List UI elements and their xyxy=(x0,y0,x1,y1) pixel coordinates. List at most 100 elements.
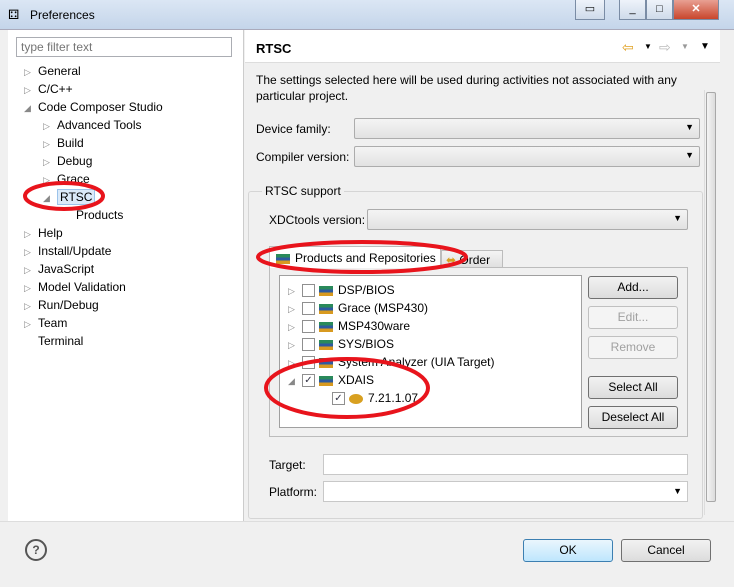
expand-icon[interactable]: ▷ xyxy=(24,63,38,81)
page-description: The settings selected here will be used … xyxy=(256,73,677,103)
tab-products-and-repositories[interactable]: Products and Repositories xyxy=(269,246,441,268)
product-checkbox[interactable]: ✓ xyxy=(332,392,345,406)
tree-item[interactable]: ▷ General xyxy=(24,62,81,80)
window-title: Preferences xyxy=(30,8,95,22)
expand-icon[interactable]: ▷ xyxy=(43,171,57,189)
expand-icon[interactable]: ▷ xyxy=(24,243,38,261)
product-item[interactable]: ▷ Grace (MSP430) xyxy=(288,299,428,317)
chevron-down-icon: ▼ xyxy=(673,213,682,223)
tree-item[interactable]: Products xyxy=(62,206,123,224)
expand-icon[interactable]: ▷ xyxy=(288,318,302,336)
expand-icon[interactable]: ▷ xyxy=(24,225,38,243)
tree-item-label: Grace xyxy=(57,172,90,186)
tree-item[interactable]: ▷ Help xyxy=(24,224,63,242)
compiler-version-select[interactable]: ▼ xyxy=(354,146,700,167)
expand-icon[interactable]: ▷ xyxy=(288,282,302,300)
tree-item[interactable]: ▷ Run/Debug xyxy=(24,296,99,314)
product-checkbox[interactable] xyxy=(302,356,315,370)
device-family-select[interactable]: ▼ xyxy=(354,118,700,139)
filter-input[interactable] xyxy=(16,37,232,57)
view-menu-icon[interactable]: ▼ xyxy=(700,41,710,52)
expand-icon[interactable]: ▷ xyxy=(288,300,302,318)
maximize-button[interactable]: □ xyxy=(646,0,673,20)
back-icon[interactable]: ⇦ xyxy=(622,39,634,56)
tree-item-label: RTSC xyxy=(57,189,96,205)
vertical-scrollbar[interactable] xyxy=(704,90,717,515)
edit-button[interactable]: Edit... xyxy=(588,306,678,329)
package-icon xyxy=(319,321,333,332)
version-icon xyxy=(349,393,363,404)
target-label: Target: xyxy=(269,458,306,472)
target-input[interactable] xyxy=(323,454,688,475)
package-icon xyxy=(319,303,333,314)
deselect-all-button[interactable]: Deselect All xyxy=(588,406,678,429)
product-label: DSP/BIOS xyxy=(338,283,395,297)
tree-item-label: Code Composer Studio xyxy=(38,100,163,114)
restore-icon[interactable]: ▭ xyxy=(575,0,605,20)
product-checkbox[interactable] xyxy=(302,284,315,298)
minimize-button[interactable]: _ xyxy=(619,0,646,20)
product-item[interactable]: ▷ MSP430ware xyxy=(288,317,410,335)
tree-item[interactable]: ▷ Build xyxy=(43,134,84,152)
tree-item-label: Terminal xyxy=(38,334,84,348)
tree-item-label: Build xyxy=(57,136,84,150)
forward-icon[interactable]: ⇨ xyxy=(659,39,671,56)
expand-icon[interactable]: ▷ xyxy=(24,81,38,99)
product-item[interactable]: ▷ SYS/BIOS xyxy=(288,335,394,353)
tree-item[interactable]: ▷ C/C++ xyxy=(24,80,73,98)
scrollbar-thumb[interactable] xyxy=(706,92,716,502)
tree-item-label: Model Validation xyxy=(38,280,126,294)
title-bar: ⚃ Preferences ▭ _ □ ✕ xyxy=(0,0,734,30)
product-checkbox[interactable] xyxy=(302,302,315,316)
expand-icon[interactable]: ▷ xyxy=(43,135,57,153)
platform-select[interactable]: ▼ xyxy=(323,481,688,502)
product-item[interactable]: ◢ ✓ XDAIS xyxy=(288,371,374,389)
ok-button[interactable]: OK xyxy=(523,539,613,562)
tree-item[interactable]: ◢ RTSC xyxy=(43,188,96,207)
product-label: MSP430ware xyxy=(338,319,411,333)
product-item[interactable]: ✓ 7.21.1.07 xyxy=(332,389,418,407)
back-menu-icon[interactable]: ▼ xyxy=(644,42,652,51)
package-icon xyxy=(276,253,290,264)
chevron-down-icon: ▼ xyxy=(685,122,694,132)
product-checkbox[interactable] xyxy=(302,338,315,352)
expand-icon[interactable]: ◢ xyxy=(288,372,302,390)
tree-item[interactable]: ▷ Team xyxy=(24,314,67,332)
product-item[interactable]: ▷ DSP/BIOS xyxy=(288,281,395,299)
xdctools-select[interactable]: ▼ xyxy=(367,209,688,230)
tree-item[interactable]: ▷ Debug xyxy=(43,152,92,170)
product-checkbox[interactable] xyxy=(302,320,315,334)
expand-icon[interactable]: ▷ xyxy=(24,261,38,279)
expand-icon[interactable]: ▷ xyxy=(43,153,57,171)
select-all-button[interactable]: Select All xyxy=(588,376,678,399)
tree-item[interactable]: ◢ Code Composer Studio xyxy=(24,98,163,116)
close-button[interactable]: ✕ xyxy=(673,0,719,20)
app-icon: ⚃ xyxy=(8,7,20,22)
expand-icon[interactable]: ▷ xyxy=(24,315,38,333)
tree-item[interactable]: ▷ Model Validation xyxy=(24,278,126,296)
expand-icon[interactable]: ▷ xyxy=(288,336,302,354)
tree-item-label: JavaScript xyxy=(38,262,95,276)
product-checkbox[interactable]: ✓ xyxy=(302,374,315,388)
add-button[interactable]: Add... xyxy=(588,276,678,299)
product-label: System Analyzer (UIA Target) xyxy=(338,355,495,369)
tree-item[interactable]: ▷ Advanced Tools xyxy=(43,116,142,134)
rtsc-page: RTSC ⇦ ▼ ⇨ ▼ ▼ The settings selected her… xyxy=(245,30,720,521)
expand-icon[interactable]: ▷ xyxy=(24,297,38,315)
help-icon[interactable]: ? xyxy=(25,539,47,561)
cancel-button[interactable]: Cancel xyxy=(621,539,711,562)
expanded-icon[interactable]: ◢ xyxy=(24,99,38,117)
tree-item[interactable]: ▷ Install/Update xyxy=(24,242,111,260)
forward-menu-icon[interactable]: ▼ xyxy=(681,42,689,51)
tree-item[interactable]: ▷ JavaScript xyxy=(24,260,94,278)
expand-icon[interactable]: ▷ xyxy=(24,279,38,297)
product-item[interactable]: ▷ System Analyzer (UIA Target) xyxy=(288,353,495,371)
tree-item[interactable]: ▷ Grace xyxy=(43,170,90,188)
expanded-icon[interactable]: ◢ xyxy=(43,189,57,207)
remove-button[interactable]: Remove xyxy=(588,336,678,359)
tree-item[interactable]: Terminal xyxy=(24,332,83,350)
expand-icon[interactable]: ▷ xyxy=(288,354,302,372)
chevron-down-icon: ▼ xyxy=(685,150,694,160)
tab-order[interactable]: ⬌ Order xyxy=(441,250,503,268)
expand-icon[interactable]: ▷ xyxy=(43,117,57,135)
